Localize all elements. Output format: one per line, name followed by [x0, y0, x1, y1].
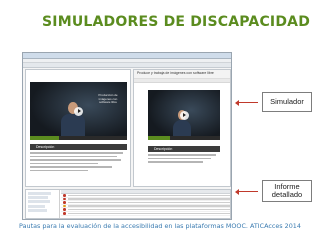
simulator-window-screenshot: Producción de imágenes con software libr… [22, 52, 232, 220]
simulated-page-pane: Produce y trabaja de imágenes con softwa… [133, 69, 231, 187]
description-text [148, 154, 220, 165]
report-table [61, 190, 230, 218]
simulated-video-player[interactable] [148, 90, 220, 140]
simulated-page-heading: Produce y trabaja de imágenes con softwa… [134, 70, 230, 79]
slide-footer: Pautas para la evaluación de la accesibi… [19, 222, 301, 230]
arrow-left-icon [235, 188, 258, 195]
slide-title: SIMULADORES DE DISCAPACIDAD [42, 14, 311, 30]
description-text [30, 152, 127, 173]
original-page-pane: Producción de imágenes con software libr… [25, 69, 131, 187]
informe-callout: Informe detallado [262, 180, 312, 202]
video-player[interactable]: Producción de imágenes con software libr… [30, 82, 127, 140]
video-progress[interactable] [148, 136, 220, 140]
play-icon[interactable] [179, 110, 189, 120]
video-progress[interactable] [30, 136, 127, 140]
error-icon [63, 201, 66, 204]
description-header: Descripción [30, 144, 127, 150]
arrow-left-icon [235, 99, 258, 106]
simulador-callout: Simulador [262, 92, 312, 112]
play-icon[interactable] [74, 106, 83, 116]
error-icon [63, 194, 66, 197]
report-tree[interactable] [26, 190, 60, 218]
report-row[interactable] [61, 212, 230, 216]
description-header: Descripción [148, 146, 220, 152]
window-toolbar [23, 63, 231, 68]
video-caption: Producción de imágenes con software libr… [98, 93, 118, 105]
error-icon [63, 197, 66, 201]
simulated-page-tabs [134, 79, 230, 83]
error-icon [63, 208, 66, 211]
error-icon [63, 212, 66, 215]
accessibility-report-panel [25, 189, 231, 219]
presenter-image [60, 100, 86, 140]
warning-icon [63, 204, 66, 208]
